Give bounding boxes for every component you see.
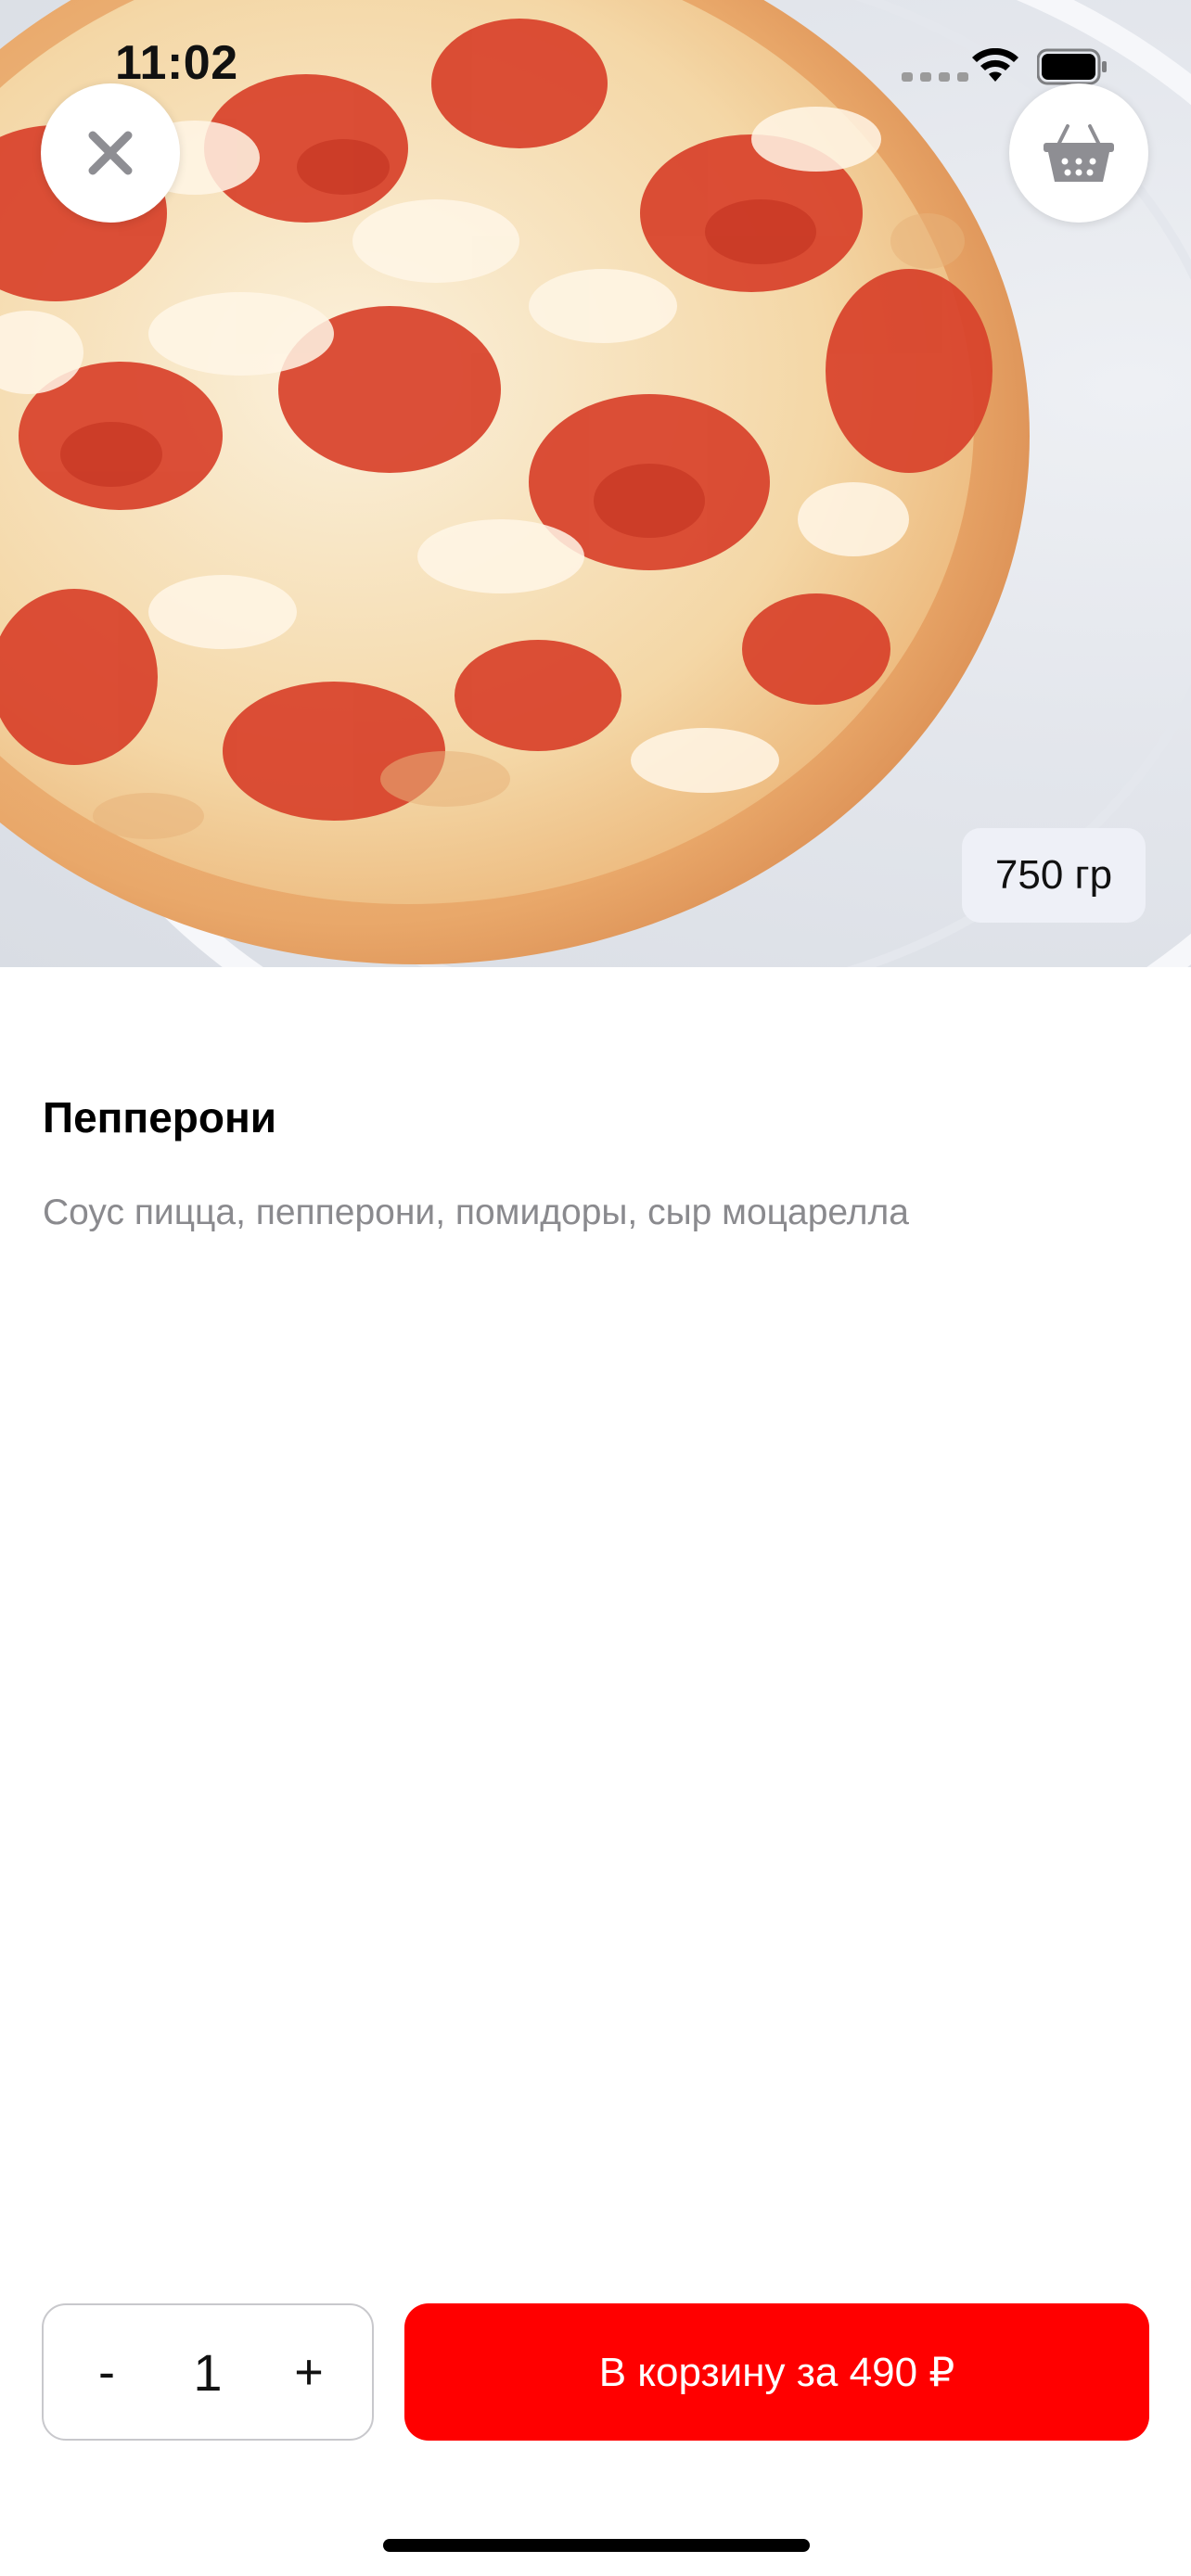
quantity-stepper: - 1 + — [42, 2303, 374, 2441]
cart-button[interactable] — [1009, 83, 1148, 223]
close-icon — [88, 131, 133, 175]
wifi-icon — [972, 48, 1018, 82]
product-description: Соус пицца, пепперони, помидоры, сыр моц… — [43, 1192, 909, 1232]
increment-button[interactable]: + — [283, 2343, 335, 2401]
status-time: 11:02 — [115, 36, 238, 90]
quantity-value: 1 — [193, 2342, 223, 2402]
basket-icon — [1044, 124, 1114, 182]
decrement-button[interactable]: - — [81, 2343, 133, 2401]
weight-badge: 750 гр — [962, 828, 1146, 923]
cellular-signal-icon — [902, 72, 968, 82]
close-button[interactable] — [41, 83, 180, 223]
home-indicator — [383, 2539, 810, 2552]
battery-icon — [1037, 48, 1107, 85]
add-to-cart-button[interactable]: В корзину за 490 ₽ — [404, 2303, 1149, 2441]
status-bar: 11:02 — [0, 0, 1191, 130]
add-to-cart-label: В корзину за 490 ₽ — [598, 2349, 955, 2395]
product-title: Пепперони — [43, 1093, 277, 1141]
